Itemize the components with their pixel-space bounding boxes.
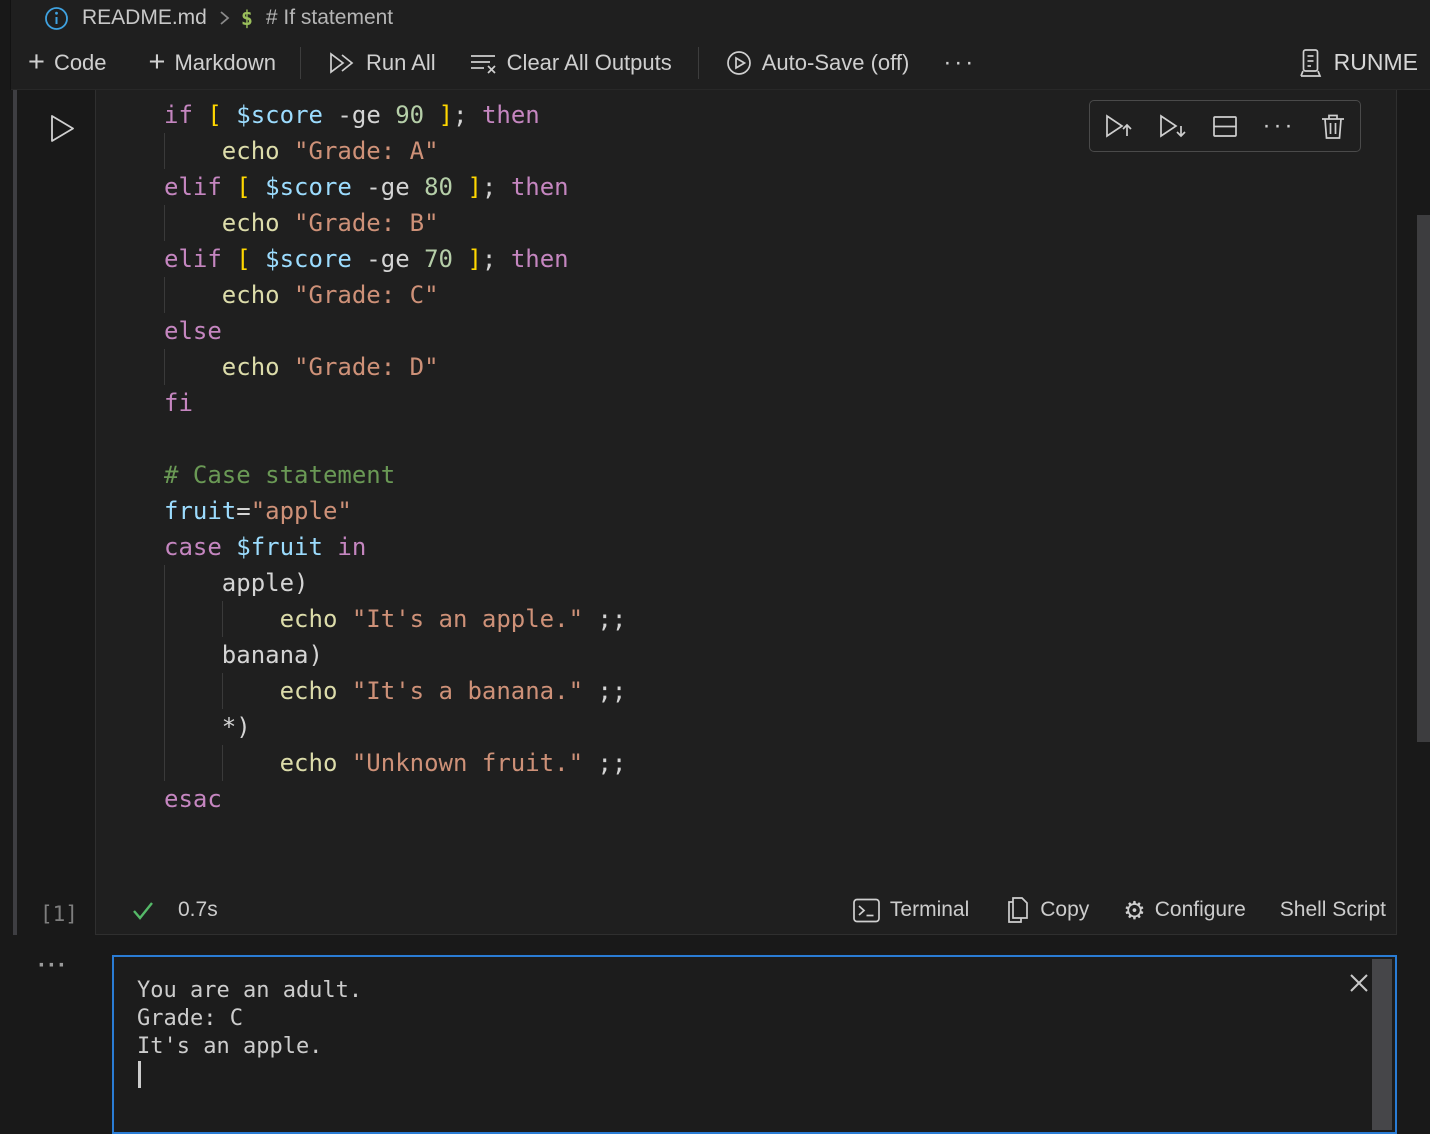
window-edge (0, 0, 11, 90)
code-line: elif [ $score -ge 70 ]; then (164, 241, 626, 277)
code-line: echo "Grade: B" (164, 205, 626, 241)
gear-icon: ⚙ (1123, 898, 1145, 923)
code-line (164, 421, 626, 457)
toolbar-separator (698, 47, 699, 79)
terminal-cursor (138, 1061, 141, 1088)
output-text: You are an adult.Grade: CIt's an apple. (137, 977, 362, 1061)
notebook-window: README.md $ # If statement + Code + Mark… (0, 0, 1430, 1134)
auto-save-icon (725, 49, 753, 77)
execute-below-button[interactable] (1148, 104, 1194, 148)
terminal-icon (852, 896, 881, 925)
plus-icon: + (28, 48, 45, 77)
auto-save-toggle[interactable]: Auto-Save (off) (725, 49, 910, 77)
indent-guide (164, 349, 165, 385)
run-all-button[interactable]: Run All (327, 47, 436, 79)
indent-guide (222, 745, 223, 781)
code-line: fi (164, 385, 626, 421)
cell-hover-toolbar: ··· (1089, 100, 1361, 152)
indent-guide (222, 673, 223, 709)
code-line: apple) (164, 565, 626, 601)
runme-logo-icon (1295, 47, 1325, 79)
code-line: *) (164, 709, 626, 745)
add-code-button[interactable]: + Code (28, 48, 107, 77)
execution-duration: 0.7s (178, 898, 218, 922)
code-line: echo "Grade: C" (164, 277, 626, 313)
cell-output[interactable]: You are an adult.Grade: CIt's an apple. (112, 955, 1397, 1134)
output-line: Grade: C (137, 1005, 362, 1033)
code-line: elif [ $score -ge 80 ]; then (164, 169, 626, 205)
info-icon[interactable] (44, 6, 69, 31)
runme-brand[interactable]: RUNME (1295, 47, 1418, 79)
configure-button[interactable]: ⚙ Configure (1123, 898, 1245, 923)
indent-guide (164, 565, 165, 781)
breadcrumb-symbol[interactable]: # If statement (266, 6, 393, 30)
split-cell-button[interactable] (1202, 104, 1248, 148)
indent-guide (164, 277, 165, 313)
success-check-icon (130, 898, 156, 922)
indent-guide (164, 133, 165, 169)
run-all-icon (327, 47, 357, 79)
cell-more-button[interactable]: ··· (1256, 104, 1302, 148)
toolbar-more-button[interactable]: ··· (943, 49, 976, 77)
code-cell[interactable]: if [ $score -ge 90 ]; then echo "Grade: … (95, 90, 1397, 935)
indent-guide (164, 205, 165, 241)
cell-run-button[interactable] (44, 110, 78, 148)
code-line: if [ $score -ge 90 ]; then (164, 97, 626, 133)
cell-status-bar: 0.7s Terminal (96, 886, 1396, 934)
notebook-toolbar: + Code + Markdown Run All (0, 36, 1430, 90)
plus-icon: + (149, 48, 166, 77)
close-output-icon[interactable] (1347, 971, 1371, 995)
cell-focus-bar (13, 90, 17, 935)
copy-button[interactable]: Copy (1003, 895, 1089, 925)
code-line: echo "Grade: D" (164, 349, 626, 385)
output-more-button[interactable]: ··· (38, 952, 68, 980)
code-line: echo "Unknown fruit." ;; (164, 745, 626, 781)
code-line: # Case statement (164, 457, 626, 493)
output-line: You are an adult. (137, 977, 362, 1005)
code-line: echo "It's an apple." ;; (164, 601, 626, 637)
execution-count: [1] (40, 902, 96, 926)
copy-icon (1003, 895, 1031, 925)
indent-guide (222, 601, 223, 637)
breadcrumb-symbol-icon: $ (241, 6, 253, 30)
output-line: It's an apple. (137, 1033, 362, 1061)
code-line: banana) (164, 637, 626, 673)
code-line: fruit="apple" (164, 493, 626, 529)
output-scrollbar[interactable] (1372, 959, 1392, 1130)
code-line: else (164, 313, 626, 349)
language-selector[interactable]: Shell Script (1280, 898, 1386, 922)
chevron-right-icon (217, 8, 231, 28)
code-line: esac (164, 781, 626, 817)
code-line: case $fruit in (164, 529, 626, 565)
notebook-scrollbar[interactable] (1417, 215, 1430, 742)
toolbar-separator (300, 47, 301, 79)
code-line: echo "It's a banana." ;; (164, 673, 626, 709)
breadcrumb-file[interactable]: README.md (82, 6, 207, 30)
delete-cell-button[interactable] (1310, 104, 1356, 148)
add-markdown-button[interactable]: + Markdown (149, 48, 276, 77)
clear-all-outputs-button[interactable]: Clear All Outputs (468, 48, 672, 78)
code-line: echo "Grade: A" (164, 133, 626, 169)
terminal-button[interactable]: Terminal (852, 896, 969, 925)
execute-above-button[interactable] (1094, 104, 1140, 148)
code-lines[interactable]: if [ $score -ge 90 ]; then echo "Grade: … (164, 97, 626, 817)
clear-outputs-icon (468, 48, 498, 78)
breadcrumb: README.md $ # If statement (0, 0, 1430, 36)
